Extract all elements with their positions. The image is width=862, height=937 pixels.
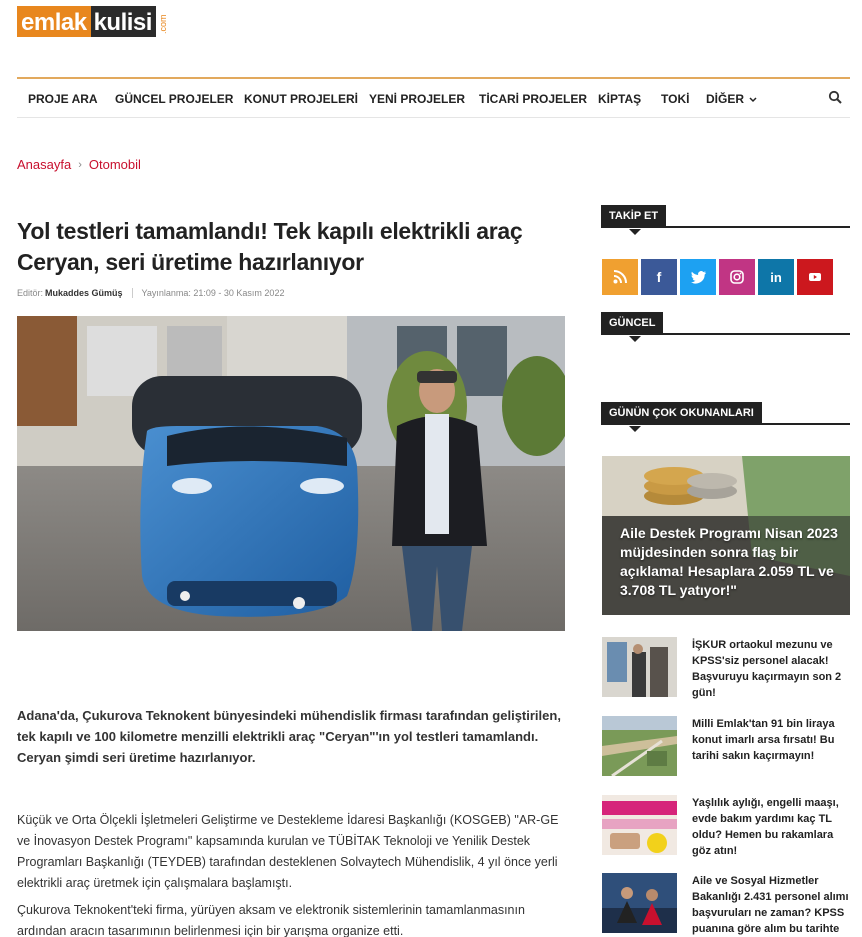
nav-item-kiptas[interactable]: KİPTAŞ [598,92,641,106]
news-title: Aile ve Sosyal Hizmetler Bakanlığı 2.431… [692,875,849,935]
nav-item-konut-projeleri[interactable]: KONUT PROJELERİ [244,92,358,106]
sidebar-follow-heading: TAKİP ET [601,205,850,235]
chevron-down-icon [749,97,757,102]
news-title: Milli Emlak'tan 91 bin liraya konut imar… [692,718,835,762]
youtube-icon[interactable] [797,259,833,295]
editor-name[interactable]: Mukaddes Gümüş [45,288,123,298]
sidebar-popular-heading: GÜNÜN ÇOK OKUNANLARI [601,402,850,432]
breadcrumb: Anasayfa › Otomobil [17,157,141,172]
news-thumbnail [602,716,677,776]
facebook-icon[interactable]: f [641,259,677,295]
news-item[interactable]: İŞKUR ortaokul mezunu ve KPSS'siz person… [602,637,850,701]
logo-suffix: .com [157,14,168,34]
breadcrumb-category[interactable]: Otomobil [89,157,141,172]
logo-part-emlak: emlak [17,6,91,37]
article-hero-image [17,316,565,631]
nav-item-ticari-projeler[interactable]: TİCARİ PROJELER [479,92,587,106]
news-thumbnail [602,873,677,933]
nav-item-diger[interactable]: DİĞER [706,92,757,106]
article-meta: Editör: Mukaddes Gümüş Yayınlanma: 21:09… [17,288,284,298]
news-thumbnail [602,795,677,855]
article-paragraph-2: Çukurova Teknokent'teki firma, yürüyen a… [17,903,525,937]
editor-label: Editör: [17,288,44,298]
search-icon[interactable] [828,90,842,104]
nav-more-label: DİĞER [706,92,745,106]
logo-part-kulisi: kulisi [90,6,156,37]
sidebar-current-heading: GÜNCEL [601,312,850,342]
news-item[interactable]: Milli Emlak'tan 91 bin liraya konut imar… [602,716,850,776]
news-thumbnail [602,637,677,697]
article-paragraph-1: Küçük ve Orta Ölçekli İşletmeleri Gelişt… [17,813,559,890]
featured-news[interactable]: Aile Destek Programı Nisan 2023 müjdesin… [602,456,850,615]
linkedin-icon[interactable]: in [758,259,794,295]
popular-title: GÜNÜN ÇOK OKUNANLARI [601,402,762,432]
publish-date: Yayınlanma: 21:09 - 30 Kasım 2022 [141,288,285,298]
follow-title: TAKİP ET [601,205,667,235]
instagram-icon[interactable] [719,259,755,295]
main-nav: PROJE ARA GÜNCEL PROJELER KONUT PROJELER… [17,77,850,118]
rss-icon[interactable] [602,259,638,295]
chevron-right-icon: › [78,158,82,171]
nav-item-proje-ara[interactable]: PROJE ARA [28,92,98,106]
news-item[interactable]: Yaşlılık aylığı, engelli maaşı, evde bak… [602,795,850,859]
nav-item-toki[interactable]: TOKİ [661,92,689,106]
site-logo[interactable]: emlak kulisi .com [17,6,168,38]
nav-item-guncel-projeler[interactable]: GÜNCEL PROJELER [115,92,233,106]
current-title: GÜNCEL [601,312,664,342]
social-links: f in [602,259,833,295]
meta-divider [131,288,133,298]
news-title: Yaşlılık aylığı, engelli maaşı, evde bak… [692,797,839,857]
news-title: İŞKUR ortaokul mezunu ve KPSS'siz person… [692,639,842,699]
article-title: Yol testleri tamamlandı! Tek kapılı elek… [17,218,523,275]
breadcrumb-home[interactable]: Anasayfa [17,157,71,172]
article-lead: Adana'da, Çukurova Teknokent bünyesindek… [17,708,561,765]
featured-news-title: Aile Destek Programı Nisan 2023 müjdesin… [620,525,838,598]
twitter-icon[interactable] [680,259,716,295]
nav-item-yeni-projeler[interactable]: YENİ PROJELER [369,92,465,106]
news-item[interactable]: Aile ve Sosyal Hizmetler Bakanlığı 2.431… [602,873,850,937]
